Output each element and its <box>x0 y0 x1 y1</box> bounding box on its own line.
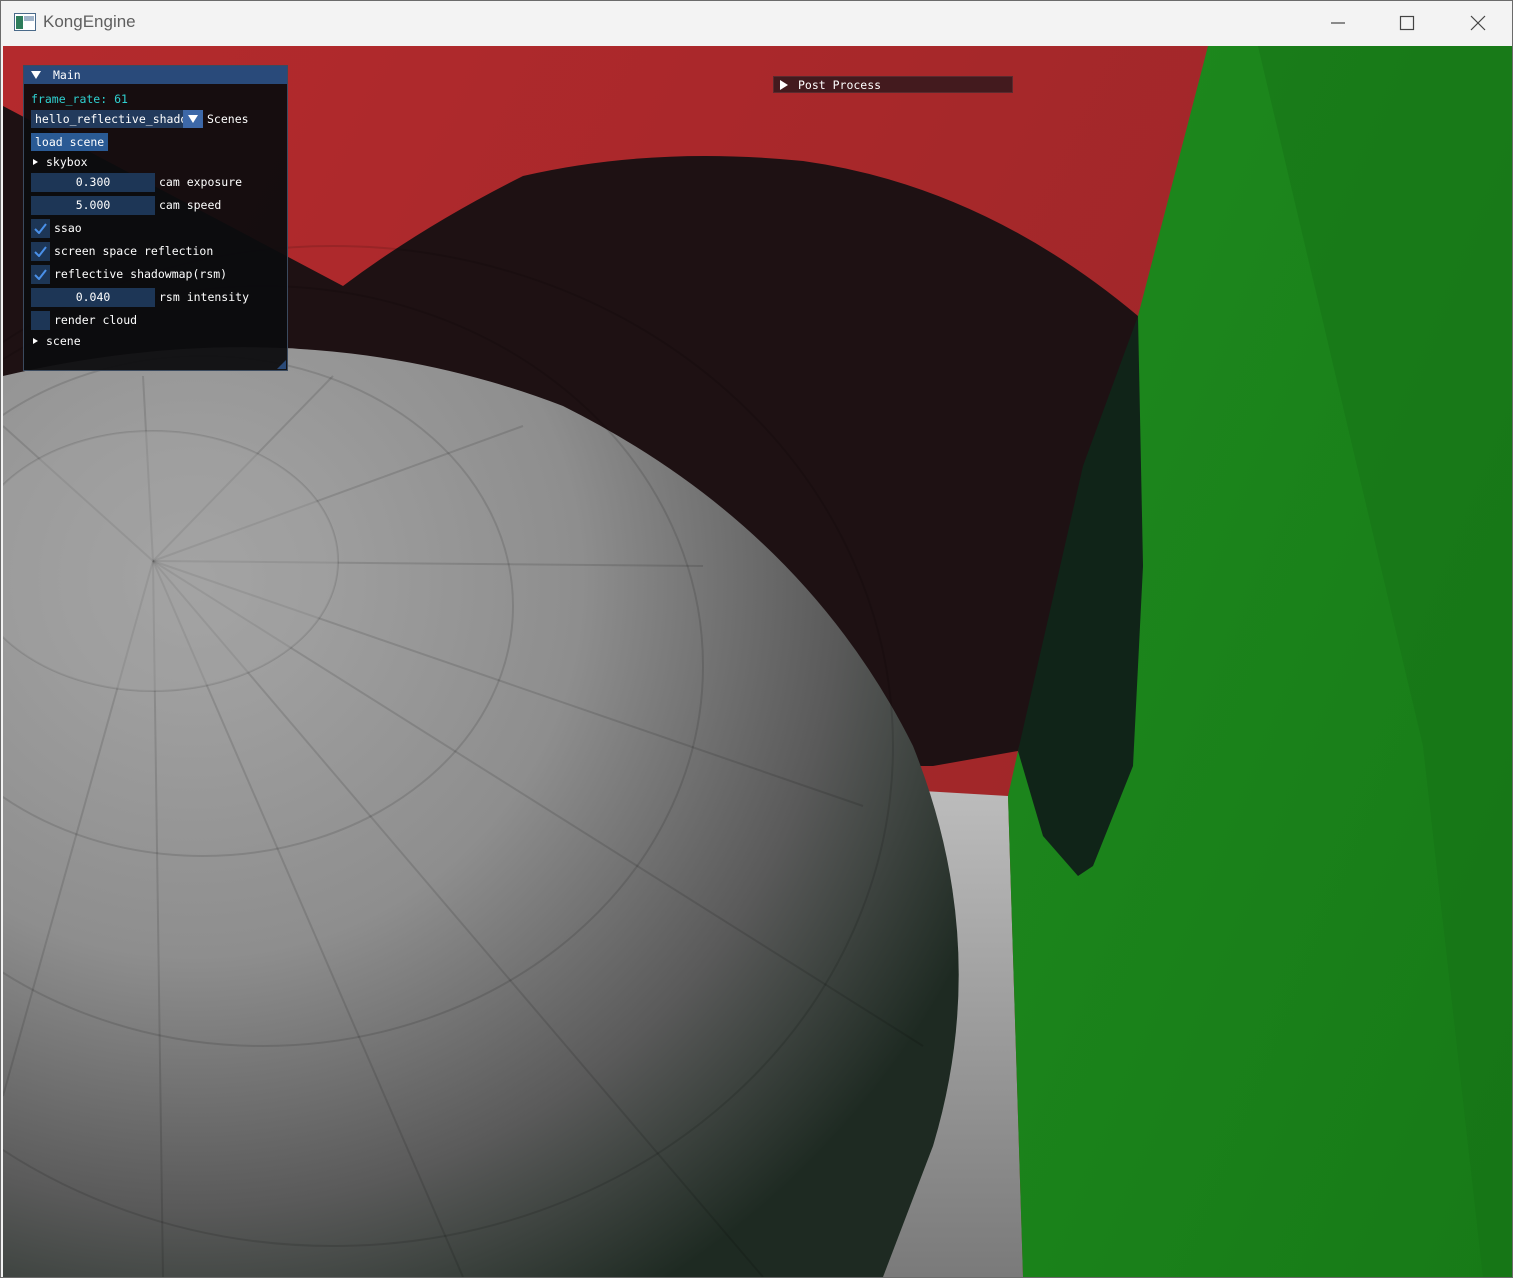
maximize-icon <box>1399 15 1415 31</box>
ssao-checkbox[interactable] <box>31 218 50 238</box>
checkmark-icon <box>34 268 47 280</box>
resize-grip[interactable] <box>277 360 286 369</box>
ssao-row: ssao <box>31 218 82 238</box>
rsm-intensity-label: rsm intensity <box>159 290 250 304</box>
tree-expand-icon <box>33 338 38 344</box>
rsm-intensity-slider[interactable]: 0.040 <box>31 287 155 307</box>
post-process-title: Post Process <box>798 77 882 92</box>
rsm-intensity-row: 0.040 rsm intensity <box>31 287 250 307</box>
expand-arrow-icon[interactable] <box>780 79 788 90</box>
collapse-arrow-icon[interactable] <box>31 71 41 79</box>
cam-exposure-label: cam exposure <box>159 175 243 189</box>
render-cloud-row: render cloud <box>31 310 138 330</box>
cam-speed-row: 5.000 cam speed <box>31 195 222 215</box>
rsm-checkbox[interactable] <box>31 264 50 284</box>
title-bar[interactable]: KongEngine <box>1 1 1512 45</box>
rsm-label: reflective shadowmap(rsm) <box>54 267 228 281</box>
minimize-button[interactable] <box>1303 1 1373 45</box>
minimize-icon <box>1331 22 1345 24</box>
cam-speed-slider[interactable]: 5.000 <box>31 195 155 215</box>
render-cloud-label: render cloud <box>54 313 138 327</box>
close-icon <box>1470 15 1486 31</box>
maximize-button[interactable] <box>1372 1 1442 45</box>
rsm-row: reflective shadowmap(rsm) <box>31 264 228 284</box>
main-panel-titlebar[interactable]: Main <box>24 66 287 84</box>
render-cloud-checkbox[interactable] <box>31 310 50 330</box>
cam-exposure-slider[interactable]: 0.300 <box>31 172 155 192</box>
app-window: KongEngine Main frame_rate: 61 hello_ref… <box>0 0 1513 1278</box>
skybox-tree-node[interactable]: skybox <box>31 153 88 171</box>
scene-combo-value: hello_reflective_shadowmap <box>35 112 183 126</box>
app-window-icon <box>14 13 36 31</box>
scene-label: scene <box>46 334 81 348</box>
post-process-panel[interactable]: Post Process <box>773 76 1013 93</box>
load-scene-row: load scene <box>31 133 109 151</box>
checkmark-icon <box>34 222 47 234</box>
scene-combo-button[interactable] <box>183 110 203 128</box>
window-title: KongEngine <box>43 12 136 31</box>
ssr-checkbox[interactable] <box>31 241 50 261</box>
frame-rate-text: frame_rate: 61 <box>31 92 128 106</box>
ssao-label: ssao <box>54 221 82 235</box>
scene-combo[interactable]: hello_reflective_shadowmap <box>31 110 183 128</box>
main-panel: Main frame_rate: 61 hello_reflective_sha… <box>23 65 288 371</box>
cam-speed-label: cam speed <box>159 198 222 212</box>
skybox-label: skybox <box>46 155 88 169</box>
scene-combo-row: hello_reflective_shadowmap Scenes <box>31 110 249 128</box>
scene-tree-node[interactable]: scene <box>31 332 81 350</box>
ssr-label: screen space reflection <box>54 244 214 258</box>
ssr-row: screen space reflection <box>31 241 214 261</box>
load-scene-button[interactable]: load scene <box>31 133 109 151</box>
checkmark-icon <box>34 245 47 257</box>
main-panel-title: Main <box>53 68 81 82</box>
chevron-down-icon <box>188 115 198 123</box>
close-button[interactable] <box>1443 1 1512 45</box>
cam-exposure-row: 0.300 cam exposure <box>31 172 243 192</box>
tree-expand-icon <box>33 159 38 165</box>
scene-combo-label: Scenes <box>207 112 249 126</box>
